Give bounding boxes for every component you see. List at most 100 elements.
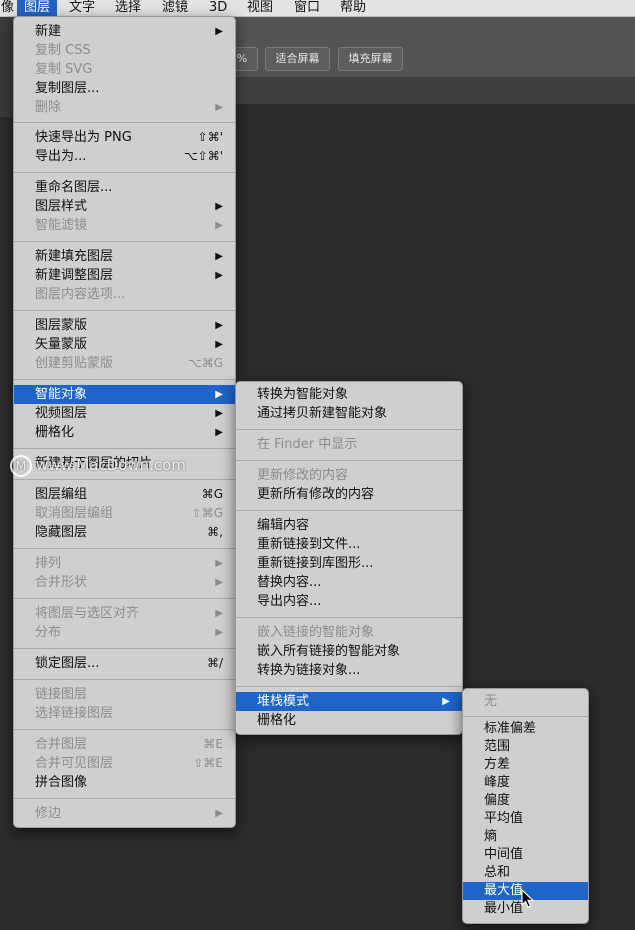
menu-item-ungroup-layers: 取消图层编组 ⇧⌘G [14,504,235,523]
menu-item-label: 导出内容... [257,594,322,609]
menubar-item-view[interactable]: 视图 [240,0,280,16]
menu-item-stack-variance[interactable]: 方差 [463,756,588,774]
menu-item-quick-export-png[interactable]: 快速导出为 PNG ⇧⌘' [14,128,235,147]
menubar-item-window[interactable]: 窗口 [287,0,327,16]
menu-item-relink-to-library-graphic[interactable]: 重新链接到库图形... [236,554,462,573]
menu-item-relink-to-file[interactable]: 重新链接到文件... [236,535,462,554]
menu-item-stack-kurtosis[interactable]: 峰度 [463,774,588,792]
submenu-arrow-icon: ▶ [215,26,223,37]
shortcut-label: ⌥⇧⌘' [183,149,223,163]
menu-item-stack-entropy[interactable]: 熵 [463,828,588,846]
toolbar-edge [0,17,13,117]
menu-item-rasterize[interactable]: 栅格化 ▶ [14,423,235,442]
menu-item-hide-layers[interactable]: 隐藏图层 ⌘, [14,523,235,542]
menu-separator [14,172,235,173]
menu-item-merge-visible: 合并可见图层 ⇧⌘E [14,754,235,773]
menu-item-label: 方差 [484,757,511,772]
menu-item-rename-layer[interactable]: 重命名图层... [14,178,235,197]
menu-item-label: 排列 [35,556,62,571]
shortcut-label: ⇧⌘E [193,756,223,770]
menu-item-embed-all-linked[interactable]: 嵌入所有链接的智能对象 [236,642,462,661]
watermark-text: www.MacDown.com [36,456,186,474]
menu-item-convert-to-smart-object[interactable]: 转换为智能对象 [236,385,462,404]
menu-separator [14,679,235,680]
menu-item-video-layers[interactable]: 视频图层 ▶ [14,404,235,423]
menu-separator [14,448,235,449]
menu-item-stack-mode[interactable]: 堆栈模式 ▶ [236,692,462,711]
menu-item-flatten-image[interactable]: 拼合图像 [14,773,235,792]
menubar-item-3d[interactable]: 3D [202,0,234,16]
menubar-item-help[interactable]: 帮助 [333,0,373,16]
menu-item-new-fill-layer[interactable]: 新建填充图层 ▶ [14,247,235,266]
menu-item-stack-skewness[interactable]: 偏度 [463,792,588,810]
menu-item-stack-mean[interactable]: 平均值 [463,810,588,828]
menu-item-smart-object[interactable]: 智能对象 ▶ [14,385,235,404]
menu-item-new[interactable]: 新建 ▶ [14,22,235,41]
menu-item-label: 最大值 [484,883,524,898]
menu-item-distribute: 分布 ▶ [14,623,235,642]
submenu-arrow-icon: ▶ [215,220,223,231]
menu-item-label: 导出为... [35,149,87,164]
submenu-arrow-icon: ▶ [215,389,223,400]
fit-screen-button[interactable]: 适合屏幕 [265,47,330,71]
menu-item-label: 更新修改的内容 [257,468,349,483]
menu-item-lock-layers[interactable]: 锁定图层... ⌘/ [14,654,235,673]
menu-item-export-contents[interactable]: 导出内容... [236,592,462,611]
menu-item-vector-mask[interactable]: 矢量蒙版 ▶ [14,335,235,354]
menu-item-group-layers[interactable]: 图层编组 ⌘G [14,485,235,504]
menu-item-stack-summation[interactable]: 总和 [463,864,588,882]
menu-item-label: 将图层与选区对齐 [35,606,140,621]
menu-item-matting: 修边 ▶ [14,804,235,823]
menu-item-stack-none: 无 [463,692,588,711]
menu-item-label: 熵 [484,829,498,844]
menu-item-new-adjustment-layer[interactable]: 新建调整图层 ▶ [14,266,235,285]
menu-item-replace-contents[interactable]: 替换内容... [236,573,462,592]
menu-separator [14,379,235,380]
menu-separator [14,598,235,599]
menu-item-label: 链接图层 [35,687,88,702]
menu-item-label: 拼合图像 [35,775,88,790]
menu-item-stack-median[interactable]: 中间值 [463,846,588,864]
menu-item-label: 重命名图层... [35,180,113,195]
submenu-arrow-icon: ▶ [215,320,223,331]
menu-separator [236,429,462,430]
fill-screen-button[interactable]: 填充屏幕 [338,47,403,71]
menu-item-layer-style[interactable]: 图层样式 ▶ [14,197,235,216]
menu-item-stack-range[interactable]: 范围 [463,738,588,756]
menu-item-label: 偏度 [484,793,511,808]
submenu-arrow-icon: ▶ [215,808,223,819]
menu-separator [236,617,462,618]
menu-item-layer-mask[interactable]: 图层蒙版 ▶ [14,316,235,335]
menu-item-label: 重新链接到文件... [257,537,361,552]
menu-item-edit-contents[interactable]: 编辑内容 [236,516,462,535]
submenu-arrow-icon: ▶ [442,696,450,707]
menu-item-rasterize-smart[interactable]: 栅格化 [236,711,462,730]
menu-item-update-all-modified-content[interactable]: 更新所有修改的内容 [236,485,462,504]
submenu-arrow-icon: ▶ [215,251,223,262]
menu-item-label: 替换内容... [257,575,322,590]
menu-item-delete: 删除 ▶ [14,98,235,117]
menu-item-label: 通过拷贝新建智能对象 [257,406,388,421]
menu-item-convert-to-linked[interactable]: 转换为链接对象... [236,661,462,680]
layer-menu: 新建 ▶ 复制 CSS 复制 SVG 复制图层... 删除 ▶ 快速导出为 PNG ⇧… [13,16,236,828]
menu-separator [14,241,235,242]
menu-item-align-to-selection: 将图层与选区对齐 ▶ [14,604,235,623]
menu-item-label: 复制 CSS [35,43,91,58]
menubar-item-select[interactable]: 选择 [108,0,148,16]
menubar: 像 图层 文字 选择 滤镜 3D 视图 窗口 帮助 [0,0,635,17]
menubar-item-filter[interactable]: 滤镜 [155,0,195,16]
menubar-item-type[interactable]: 文字 [62,0,102,16]
menu-item-label: 图层蒙版 [35,318,88,333]
menu-item-label: 总和 [484,865,511,880]
menu-item-export-as[interactable]: 导出为... ⌥⇧⌘' [14,147,235,166]
menubar-item-layer[interactable]: 图层 [17,0,58,16]
submenu-arrow-icon: ▶ [215,627,223,638]
menu-separator [14,548,235,549]
menu-item-label: 取消图层编组 [35,506,114,521]
menu-item-new-smart-object-via-copy[interactable]: 通过拷贝新建智能对象 [236,404,462,423]
menu-item-smart-filter: 智能滤镜 ▶ [14,216,235,235]
menu-item-stack-std-dev[interactable]: 标准偏差 [463,720,588,738]
submenu-arrow-icon: ▶ [215,408,223,419]
menu-item-label: 删除 [35,100,62,115]
menu-item-duplicate-layer[interactable]: 复制图层... [14,79,235,98]
